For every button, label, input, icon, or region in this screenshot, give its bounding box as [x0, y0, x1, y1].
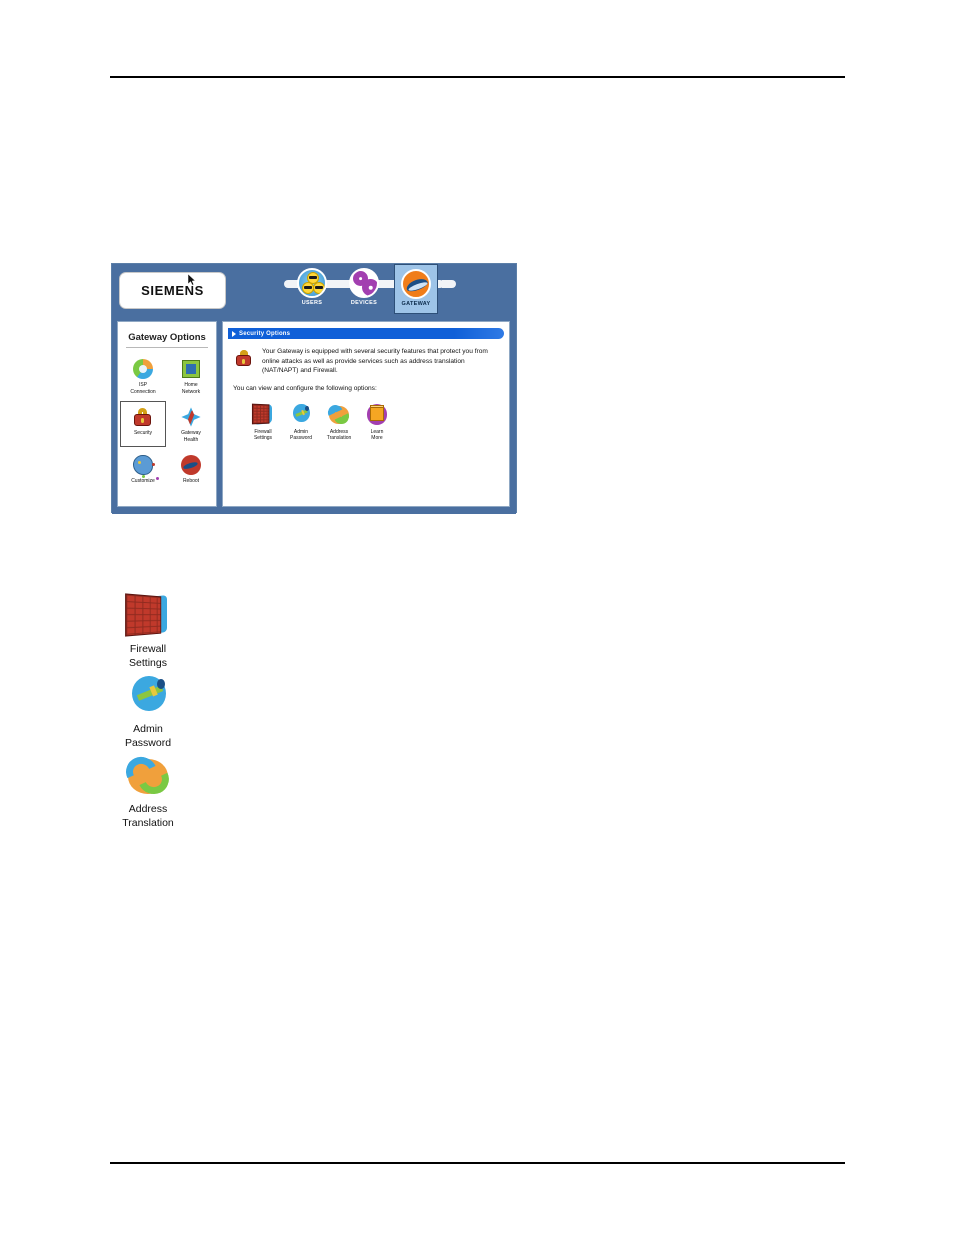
- firewall-brick-icon: [123, 592, 173, 640]
- tab-gateway-label: GATEWAY: [401, 301, 431, 307]
- option-label-2: More: [371, 435, 383, 441]
- callout-label-2: Password: [124, 737, 172, 749]
- home-network-icon: [179, 357, 203, 381]
- mouse-pointer-icon: [188, 274, 196, 286]
- options-icon-row: Firewall Settings Admin Password Address…: [247, 402, 509, 442]
- admin-password-key-icon: [123, 672, 173, 720]
- firewall-brick-icon: [251, 403, 275, 427]
- option-address-translation[interactable]: Address Translation: [323, 402, 355, 442]
- sidebar-item-customize[interactable]: Customize: [120, 449, 166, 489]
- tab-gateway[interactable]: GATEWAY: [394, 264, 438, 314]
- option-label-2: Translation: [326, 435, 352, 441]
- section-title-text: Security Options: [239, 330, 291, 337]
- nav-rail-end: [442, 280, 456, 288]
- admin-password-key-icon: [289, 403, 313, 427]
- callout-label: Admin: [133, 723, 163, 735]
- sidebar-title: Gateway Options: [128, 332, 206, 343]
- users-faces-icon: [297, 268, 327, 298]
- sidebar-item-label: Customize: [131, 478, 155, 484]
- address-translation-arrows-icon: [326, 402, 352, 427]
- sidebar-item-label-2: Connection: [130, 388, 156, 395]
- sidebar-item-reboot[interactable]: Reboot: [168, 449, 214, 489]
- gears-icon: [349, 268, 379, 298]
- security-padlock-icon: [131, 405, 155, 429]
- gateway-ui-screenshot: SIEMENS USERS DEVICES GATEWAY Gateway Op…: [111, 263, 517, 514]
- ui-top-bar: SIEMENS USERS DEVICES GATEWAY: [112, 264, 516, 317]
- sidebar-item-home-network[interactable]: Home Network: [168, 353, 214, 399]
- options-subtext: You can view and configure the following…: [233, 384, 377, 392]
- tab-users-label: USERS: [301, 300, 323, 306]
- learn-more-cube-icon: [365, 403, 389, 427]
- arrow-bullet-icon: [232, 330, 236, 337]
- callout-label-2: Settings: [129, 657, 167, 669]
- address-translation-arrows-icon: [121, 752, 174, 800]
- gateway-health-icon: [179, 405, 203, 429]
- page-footer-rule: [110, 1162, 845, 1164]
- tab-devices[interactable]: DEVICES: [342, 268, 386, 306]
- callout-label: Firewall: [129, 643, 167, 655]
- callout-label: Address: [128, 803, 168, 815]
- security-options-panel: Security Options Your Gateway is equippe…: [222, 321, 510, 507]
- siemens-logo: SIEMENS: [119, 272, 226, 309]
- option-learn-more[interactable]: Learn More: [361, 403, 393, 442]
- option-label-2: Settings: [253, 435, 273, 441]
- intro-paragraph: Your Gateway is equipped with several se…: [262, 348, 488, 374]
- gateway-swoosh-icon: [401, 269, 431, 299]
- sidebar-item-security[interactable]: Security: [120, 401, 166, 447]
- callout-admin-password: Admin Password: [88, 672, 208, 750]
- option-firewall-settings[interactable]: Firewall Settings: [247, 403, 279, 442]
- customize-palette-icon: [131, 453, 155, 477]
- reboot-icon: [179, 453, 203, 477]
- sidebar-item-label-2: Network: [181, 388, 201, 395]
- ui-body-area: Gateway Options ISP Connection Home Netw…: [112, 317, 516, 514]
- section-title-bar: Security Options: [228, 328, 504, 339]
- page-header-rule: [110, 76, 845, 78]
- sidebar-item-label: Reboot: [182, 478, 200, 484]
- option-admin-password[interactable]: Admin Password: [285, 403, 317, 442]
- sidebar-item-label-2: Health: [183, 436, 199, 443]
- callout-label-2: Translation: [122, 817, 174, 829]
- sidebar-item-isp-connection[interactable]: ISP Connection: [120, 353, 166, 399]
- sidebar-item-label: Security: [133, 430, 153, 436]
- gateway-options-sidebar: Gateway Options ISP Connection Home Netw…: [117, 321, 217, 507]
- tab-users[interactable]: USERS: [290, 268, 334, 306]
- tab-devices-label: DEVICES: [350, 300, 378, 306]
- sidebar-item-gateway-health[interactable]: Gateway Health: [168, 401, 214, 447]
- callout-firewall-settings: Firewall Settings: [88, 592, 208, 670]
- isp-connection-icon: [131, 357, 155, 381]
- padlock-icon: [233, 347, 255, 369]
- intro-block: Your Gateway is equipped with several se…: [233, 347, 499, 376]
- option-label-2: Password: [290, 435, 312, 441]
- callout-address-translation: Address Translation: [88, 752, 208, 830]
